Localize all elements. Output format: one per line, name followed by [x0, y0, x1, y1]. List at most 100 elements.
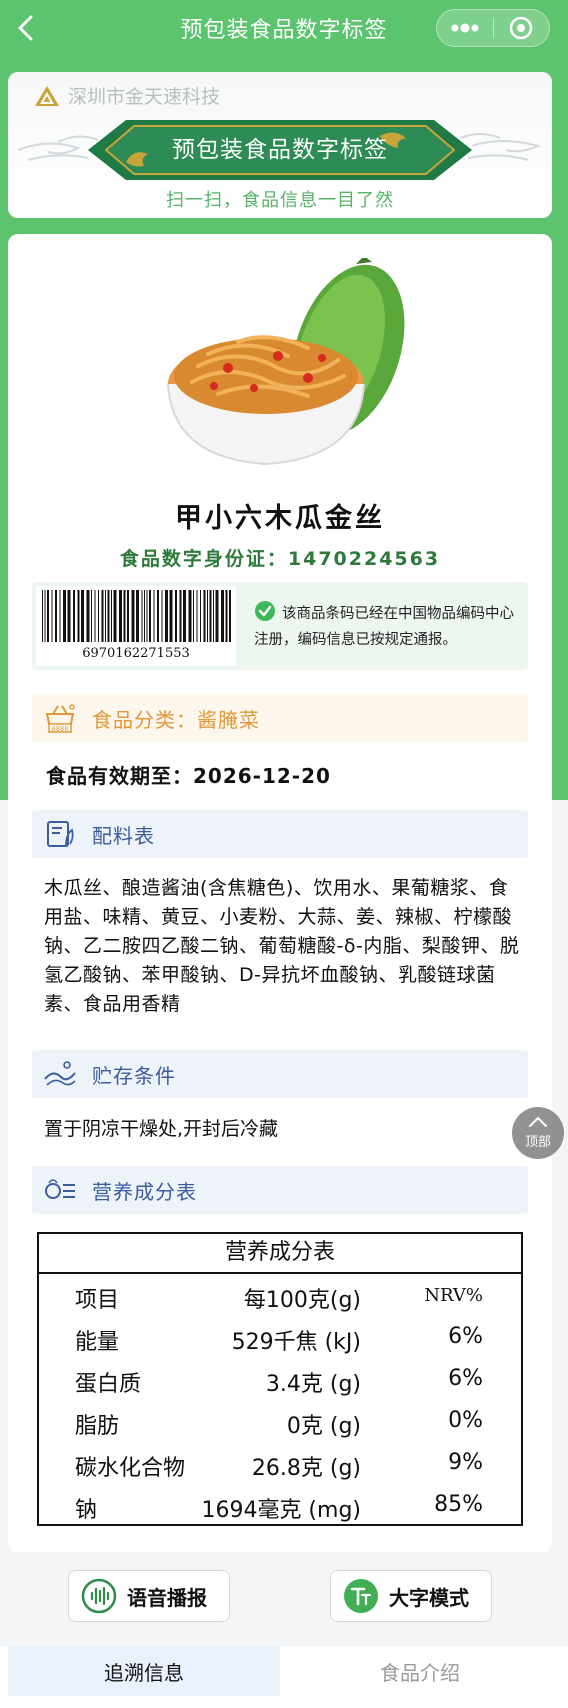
barcode-bar	[86, 590, 90, 642]
barcode-number: 6970162271553	[82, 646, 190, 661]
barcode-panel: 6970162271553 该商品条码已经在中国物品编码中心注册，编码信息已按规…	[32, 582, 528, 670]
barcode-bar	[225, 590, 228, 642]
nutrient-amount: 529千焦 (kJ)	[231, 1330, 361, 1355]
storage-heading: 贮存条件	[92, 1063, 176, 1088]
tab-trace-info[interactable]: 追溯信息	[8, 1646, 280, 1696]
barcode-bar	[91, 590, 92, 642]
barcode-bar	[229, 590, 231, 642]
barcode-bar	[59, 590, 61, 642]
nutrient-amount: 0克 (g)	[286, 1414, 361, 1439]
barcode-bar	[119, 590, 122, 642]
voice-broadcast-button[interactable]: 语音播报	[68, 1570, 230, 1622]
nutrition-table-title: 营养成分表	[39, 1234, 521, 1274]
barcode-bar	[63, 590, 66, 642]
barcode-bar	[179, 590, 182, 642]
target-circle-icon	[510, 16, 533, 40]
barcode-bar	[144, 590, 145, 642]
barcode-bar	[221, 590, 224, 642]
barcode-bar	[73, 590, 75, 642]
barcode-bar	[183, 590, 186, 642]
table-row: 钠 1694毫克 (mg) 85%	[39, 1484, 521, 1526]
back-to-top-button[interactable]: 顶部	[512, 1107, 564, 1159]
nutrient-nrv: 85%	[434, 1492, 483, 1517]
ribbon-title: 预包装食品数字标签	[172, 137, 388, 163]
barcode-bar	[165, 590, 168, 642]
barcode-bar	[67, 590, 71, 642]
nutrition-icon	[42, 1172, 78, 1208]
close-mini-program-button[interactable]	[494, 10, 550, 46]
chevron-up-icon	[529, 1116, 547, 1127]
barcode-bar	[136, 590, 139, 642]
nutrition-header-row: 项目 每100克(g) NRV%	[39, 1274, 521, 1316]
large-text-icon	[343, 1578, 379, 1614]
barcode-bar	[47, 590, 49, 642]
svg-text:8888: 8888	[52, 725, 69, 733]
barcode-bar	[81, 590, 84, 642]
table-row: 蛋白质 3.4克 (g) 6%	[39, 1358, 521, 1400]
header-per-100g: 每100克(g)	[243, 1288, 361, 1313]
nutrient-amount: 3.4克 (g)	[265, 1372, 361, 1397]
nutrient-name: 脂肪	[75, 1414, 120, 1439]
voice-wave-icon	[81, 1578, 117, 1614]
barcode-bar	[153, 590, 155, 642]
voice-broadcast-label: 语音播报	[127, 1585, 207, 1610]
nutrient-nrv: 6%	[448, 1366, 483, 1391]
table-row: 碳水化合物 26.8克 (g) 9%	[39, 1442, 521, 1484]
barcode-bar	[44, 590, 46, 642]
table-row: 脂肪 0克 (g) 0%	[39, 1400, 521, 1442]
barcode-bar	[127, 590, 129, 642]
food-category-section: 8888 食品分类：酱腌菜	[32, 694, 528, 742]
barcode-bar	[123, 590, 126, 642]
barcode-registration-note: 该商品条码已经在中国物品编码中心注册，编码信息已按规定通报。	[254, 600, 524, 653]
barcode-bar	[188, 590, 192, 642]
tab-food-introduction[interactable]: 食品介绍	[280, 1646, 560, 1696]
check-circle-icon	[255, 601, 275, 621]
barcode-bars	[42, 590, 231, 642]
barcode-bar	[209, 590, 212, 642]
barcode-bar	[131, 590, 135, 642]
barcode-bar	[94, 590, 96, 642]
back-to-top-label: 顶部	[524, 1135, 551, 1150]
nutrition-section: 营养成分表	[32, 1166, 528, 1214]
header-item: 项目	[75, 1288, 120, 1313]
product-image	[167, 258, 405, 466]
ingredients-heading: 配料表	[92, 823, 155, 848]
barcode-bar	[111, 590, 112, 642]
top-navigation-bar: 预包装食品数字标签	[0, 0, 568, 56]
nutrition-heading: 营养成分表	[92, 1179, 197, 1204]
storage-text: 置于阴凉干燥处,开封后冷藏	[44, 1118, 279, 1140]
more-button[interactable]	[437, 10, 493, 46]
brand-banner: 深圳市金天速科技 预包装食品数字标签 扫一扫，食品信息一目了然	[8, 72, 552, 218]
chevron-left-icon	[18, 15, 33, 41]
nutrient-amount: 1694毫克 (mg)	[201, 1498, 361, 1523]
barcode-bar	[101, 590, 104, 642]
barcode: 6970162271553	[36, 586, 236, 666]
ingredients-icon	[42, 816, 78, 852]
barcode-bar	[193, 590, 194, 642]
large-font-mode-button[interactable]: 大字模式	[330, 1570, 492, 1622]
nutrient-nrv: 6%	[448, 1324, 483, 1349]
ingredients-section: 配料表	[32, 810, 528, 858]
storage-icon	[42, 1056, 78, 1092]
product-name: 甲小六木瓜金丝	[175, 503, 385, 534]
food-category-label: 食品分类：酱腌菜	[92, 707, 260, 732]
mini-program-capsule	[436, 9, 550, 47]
more-dots-icon	[451, 23, 479, 33]
banner-slogan: 扫一扫，食品信息一目了然	[166, 190, 394, 211]
barcode-bar	[196, 590, 198, 642]
barcode-bar	[107, 590, 110, 642]
basket-icon: 8888	[42, 700, 78, 736]
barcode-bar	[77, 590, 80, 642]
nutrient-name: 蛋白质	[75, 1372, 142, 1397]
company-logo-icon	[35, 85, 59, 106]
barcode-bar	[169, 590, 173, 642]
barcode-bar	[149, 590, 151, 642]
nutrition-table: 营养成分表 项目 每100克(g) NRV% 能量 529千焦 (kJ) 6% …	[37, 1232, 523, 1526]
food-digital-id: 食品数字身份证：1470224563	[119, 548, 441, 570]
company-name: 深圳市金天速科技	[34, 82, 220, 109]
back-button[interactable]	[8, 10, 44, 46]
nutrient-name: 碳水化合物	[75, 1456, 186, 1481]
barcode-bar	[146, 590, 148, 642]
bottom-tab-bar: 追溯信息 食品介绍	[0, 1646, 568, 1708]
large-font-mode-label: 大字模式	[389, 1585, 469, 1610]
